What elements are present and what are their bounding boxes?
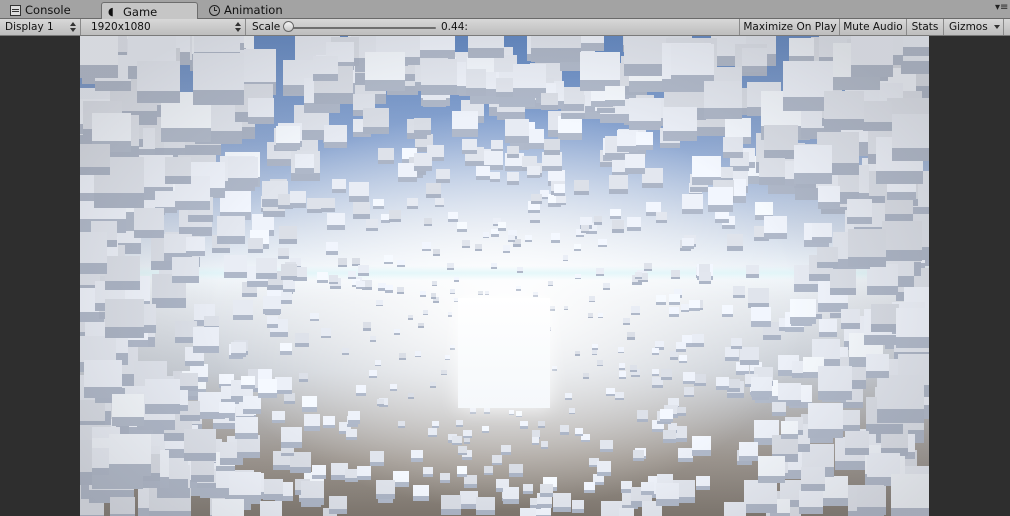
clock-icon	[209, 4, 220, 16]
panel-menu-icon[interactable]: ▾≡	[995, 2, 1008, 14]
tab-console-label: Console	[25, 3, 71, 17]
mute-audio-label: Mute Audio	[843, 21, 903, 33]
chevron-down-icon	[70, 28, 76, 32]
game-toolbar: Display 1 1920x1080 Scale 0.44: Maximize…	[0, 19, 1010, 36]
game-viewport[interactable]	[80, 36, 929, 516]
tab-game-label: Game	[123, 4, 158, 19]
game-controller-icon: ◖	[108, 5, 114, 18]
resolution-dropdown[interactable]: 1920x1080	[85, 19, 246, 35]
tab-console[interactable]: Console	[4, 1, 96, 19]
dropdown-up-icon	[70, 22, 76, 26]
scale-slider-track[interactable]	[290, 27, 436, 29]
dropdown-up-icon	[235, 22, 241, 26]
chevron-down-icon	[994, 25, 1000, 29]
letterbox-left	[0, 36, 80, 516]
display-dropdown-label: Display 1	[5, 21, 54, 33]
gizmos-label: Gizmos	[949, 21, 988, 33]
display-dropdown[interactable]: Display 1	[0, 19, 81, 35]
letterbox-right	[929, 36, 1010, 516]
editor-tab-strip: Console ◖ Game Animation ▾≡	[0, 0, 1010, 20]
tab-game[interactable]: ◖ Game	[101, 2, 198, 20]
resolution-dropdown-label: 1920x1080	[91, 21, 151, 33]
chevron-down-icon	[235, 28, 241, 32]
console-icon	[10, 4, 21, 16]
scale-value-text: 0.44:	[441, 21, 468, 33]
maximize-on-play-button[interactable]: Maximize On Play	[741, 19, 840, 35]
scale-value: 0.44:	[437, 19, 497, 35]
maximize-on-play-label: Maximize On Play	[743, 21, 837, 33]
mute-audio-button[interactable]: Mute Audio	[840, 19, 907, 35]
gizmos-dropdown[interactable]: Gizmos	[944, 19, 1004, 35]
stats-label: Stats	[911, 21, 939, 33]
viewport-vignette	[80, 36, 929, 516]
stats-button[interactable]: Stats	[907, 19, 944, 35]
tab-animation[interactable]: Animation	[203, 1, 313, 19]
scale-slider-thumb[interactable]	[283, 21, 294, 32]
scale-label: Scale	[252, 21, 281, 33]
tab-animation-label: Animation	[224, 3, 283, 17]
